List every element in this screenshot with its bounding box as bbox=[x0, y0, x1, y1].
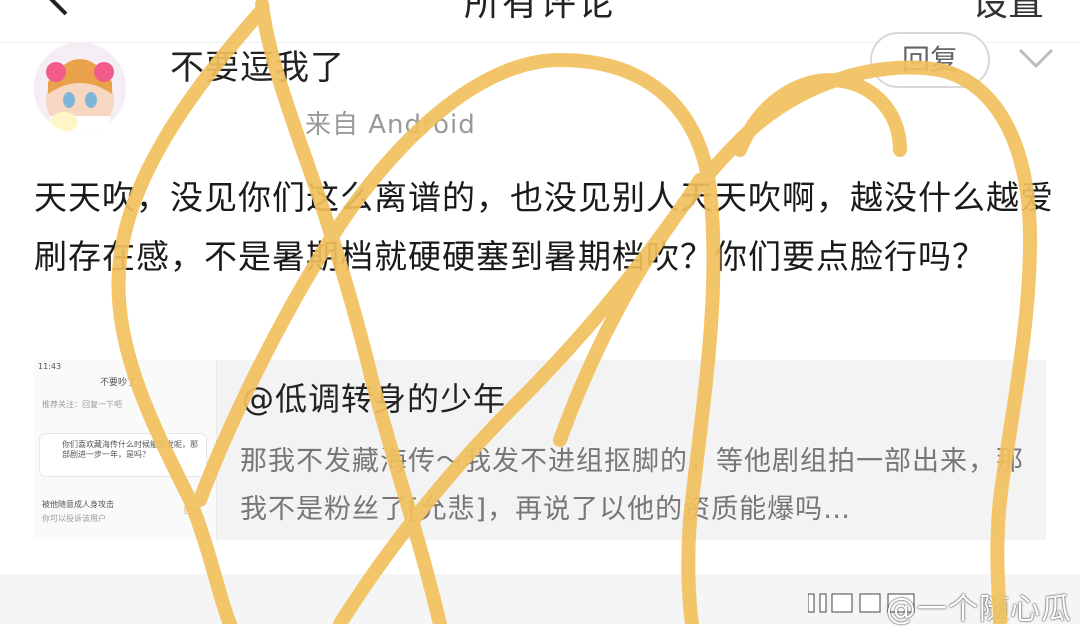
comment-source: 来自 Android bbox=[305, 110, 476, 140]
settings-button[interactable]: 设置 bbox=[972, 0, 1044, 26]
chevron-down-icon[interactable] bbox=[1016, 44, 1056, 72]
quoted-thumbnail[interactable]: 11:43 不要吵了 推荐关注：回复一下吧 你们喜欢藏海传什么时候能去发呢，那部… bbox=[34, 360, 217, 540]
thumb-bubble-text: 你们喜欢藏海传什么时候能去发呢，那部剧进一步一年，是吗？ bbox=[62, 440, 198, 459]
avatar-image bbox=[34, 42, 126, 134]
avatar[interactable] bbox=[34, 42, 126, 134]
watermark-text: @一个随心瓜 bbox=[886, 592, 1072, 627]
quoted-username[interactable]: @低调转身的少年 bbox=[242, 374, 506, 420]
thumb-bubble: 你们喜欢藏海传什么时候能去发呢，那部剧进一步一年，是吗？ bbox=[40, 434, 206, 476]
reply-button[interactable]: 回复 bbox=[870, 32, 990, 88]
comment-text: 天天吹，没见你们这么离谱的，也没见别人天天吹啊，越没什么越爱刷存在感，不是暑期档… bbox=[34, 178, 1054, 276]
thumb-row: 推荐关注：回复一下吧 bbox=[42, 400, 122, 409]
thumb-reply: 回复 bbox=[184, 506, 200, 515]
thumb-status-time: 11:43 bbox=[38, 362, 62, 371]
thumb-row: 被他随意成人身攻击 bbox=[42, 500, 114, 509]
quoted-text: 那我不发藏海传～我发不进组抠脚的，等他剧组拍一部出来，那我不是粉丝了[允悲]，再… bbox=[240, 446, 1024, 525]
page-title: 所有评论 bbox=[463, 0, 616, 24]
quoted-comment-card[interactable]: 11:43 不要吵了 推荐关注：回复一下吧 你们喜欢藏海传什么时候能去发呢，那部… bbox=[34, 360, 1046, 540]
thumb-row: 你可以投诉该用户 bbox=[42, 514, 106, 523]
comment-username[interactable]: 不要逗我了 bbox=[170, 40, 345, 89]
thumb-header-title: 不要吵了 bbox=[100, 378, 137, 388]
